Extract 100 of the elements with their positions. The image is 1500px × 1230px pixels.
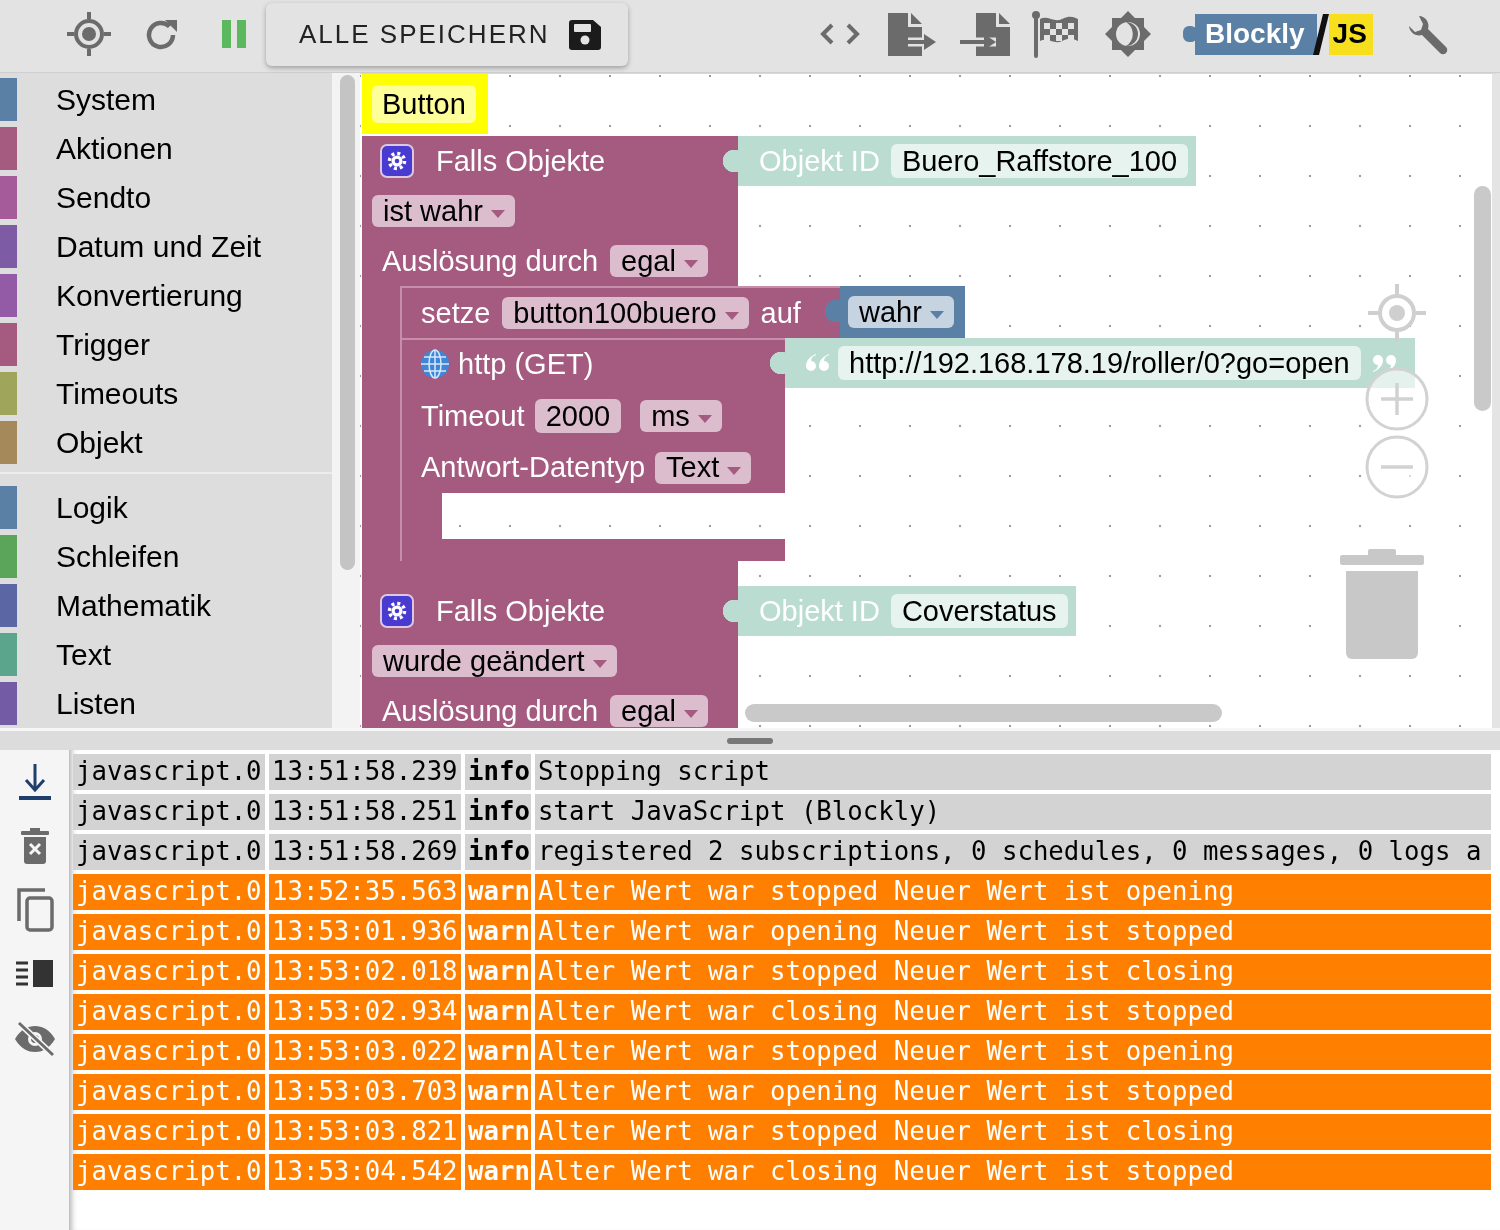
log-level-cell: info <box>465 754 531 790</box>
log-time-cell: 13:53:01.936 <box>269 914 461 950</box>
sidebar-item[interactable]: Mathematik <box>0 581 332 630</box>
sidebar-item[interactable]: Timeouts <box>0 369 332 418</box>
refresh-icon[interactable] <box>145 18 179 50</box>
sidebar-item[interactable]: System <box>0 75 332 124</box>
open-quote-icon <box>805 352 831 374</box>
logo-text: Blockly <box>1195 13 1317 55</box>
log-source-cell: javascript.0 <box>73 794 265 830</box>
input-label: Objekt ID <box>759 596 880 626</box>
trash-icon[interactable] <box>20 828 49 864</box>
value-block[interactable]: wahr <box>824 286 965 338</box>
sidebar-item[interactable]: Aktionen <box>0 124 332 173</box>
log-message-cell: Alter Wert war stopped Neuer Wert ist closing <box>535 1114 1491 1150</box>
source-dropdown[interactable]: egal <box>610 245 708 277</box>
sidebar-item[interactable]: Sendto <box>0 173 332 222</box>
log-time-cell: 13:53:03.821 <box>269 1114 461 1150</box>
caret-icon <box>697 415 712 423</box>
unit-dropdown[interactable]: ms <box>640 400 722 432</box>
trigger-block[interactable]: Falls Objekte Objekt ID Buero_Raffstore_100 ist wahr Auslösung durch egal setze button100buero auf wahr http (GET) http://192.168.178.19/roller/0?go=open Timeout 2000 ms Antwort-Datentyp Text <box>362 136 1415 586</box>
sidebar-item[interactable]: Objekt <box>0 418 332 467</box>
condition-dropdown[interactable]: ist wahr <box>372 195 515 227</box>
log-time-cell: 13:53:02.018 <box>269 954 461 990</box>
target-icon[interactable] <box>67 12 111 56</box>
save-icon <box>569 19 601 50</box>
sidebar-item[interactable]: Konvertierung <box>0 271 332 320</box>
theme-icon[interactable] <box>1105 11 1151 57</box>
log-level-cell: warn <box>465 1074 531 1110</box>
save-all-button[interactable]: ALLE SPEICHERN <box>266 3 628 66</box>
globe-icon <box>420 349 450 379</box>
log-level-cell: info <box>465 794 531 830</box>
log-message-cell: Alter Wert war stopped Neuer Wert ist opening <box>535 1034 1491 1070</box>
log-message-cell: start JavaScript (Blockly) <box>535 794 1491 830</box>
log-source-cell: javascript.0 <box>73 1154 265 1190</box>
gear-icon[interactable] <box>380 144 414 178</box>
log-level-cell: warn <box>465 874 531 910</box>
scrollbar-thumb[interactable] <box>1474 186 1491 411</box>
log-time-cell: 13:51:58.251 <box>269 794 461 830</box>
code-icon[interactable] <box>820 23 860 45</box>
type-dropdown[interactable]: Text <box>655 451 752 484</box>
caret-icon <box>490 210 505 218</box>
source-dropdown[interactable]: egal <box>610 695 708 727</box>
object-id-field[interactable]: Buero_Raffstore_100 <box>890 144 1189 178</box>
log-time-cell: 13:53:03.022 <box>269 1034 461 1070</box>
file-export-icon[interactable] <box>888 12 936 56</box>
sidebar-item[interactable]: Listen <box>0 679 332 728</box>
log-source-cell: javascript.0 <box>73 994 265 1030</box>
caret-icon <box>724 312 739 320</box>
block-label: Auslösung durch <box>382 246 599 276</box>
trigger-block[interactable]: Falls Objekte Objekt ID Coverstatus wurde geändert Auslösung durch egal <box>362 586 1076 728</box>
comment-block[interactable]: Button <box>362 74 488 134</box>
log-time-cell: 13:53:04.542 <box>269 1154 461 1190</box>
object-id-field[interactable]: Coverstatus <box>890 594 1068 628</box>
sidebar-item[interactable]: Logik <box>0 483 332 532</box>
log-message-cell: Alter Wert war stopped Neuer Wert ist opening <box>535 874 1491 910</box>
log-source-cell: javascript.0 <box>73 1074 265 1110</box>
block-label: setze <box>421 298 491 328</box>
log-message-cell: Stopping script <box>535 754 1491 790</box>
log-level-cell: warn <box>465 954 531 990</box>
copy-icon[interactable] <box>15 887 54 932</box>
caret-icon <box>727 466 742 475</box>
variable-dropdown[interactable]: button100buero <box>502 297 749 329</box>
block-label: auf <box>760 298 801 328</box>
http-block[interactable]: http (GET) http://192.168.178.19/roller/0?go=open Timeout 2000 ms Antwort-Datentyp Text <box>400 338 1415 561</box>
file-import-icon[interactable] <box>960 12 1010 56</box>
object-id-block[interactable]: Objekt ID Coverstatus <box>722 586 1076 636</box>
scrollbar-thumb[interactable] <box>745 704 1222 722</box>
log-source-cell: javascript.0 <box>73 874 265 910</box>
log-time-cell: 13:51:58.239 <box>269 754 461 790</box>
log-message-cell: Alter Wert war closing Neuer Wert ist stopped <box>535 994 1491 1030</box>
comment-field[interactable]: Button <box>372 85 476 123</box>
sidebar-item[interactable]: Text <box>0 630 332 679</box>
condition-dropdown[interactable]: wurde geändert <box>372 645 617 677</box>
eye-slash-icon[interactable] <box>12 1021 57 1057</box>
input-label: Objekt ID <box>759 146 880 176</box>
close-quote-icon <box>1370 352 1397 374</box>
logo-text: JS <box>1328 13 1373 55</box>
list-panel-icon[interactable] <box>16 960 53 987</box>
value-dropdown[interactable]: wahr <box>848 296 954 328</box>
url-field[interactable]: http://192.168.178.19/roller/0?go=open <box>838 346 1361 380</box>
block-title: Falls Objekte <box>436 596 606 626</box>
drag-handle-icon[interactable] <box>727 737 773 744</box>
log-level-cell: warn <box>465 1034 531 1070</box>
object-id-block[interactable]: Objekt ID Buero_Raffstore_100 <box>722 136 1197 186</box>
sidebar-item[interactable]: Schleifen <box>0 532 332 581</box>
checkered-flag-icon[interactable] <box>1032 10 1080 58</box>
log-source-cell: javascript.0 <box>73 954 265 990</box>
log-level-cell: warn <box>465 914 531 950</box>
download-icon[interactable] <box>18 764 51 800</box>
text-block[interactable]: http://192.168.178.19/roller/0?go=open <box>769 338 1415 388</box>
block-title: http (GET) <box>458 349 594 379</box>
caret-icon <box>683 260 698 268</box>
block-label: Antwort-Datentyp <box>421 453 646 482</box>
scrollbar-thumb[interactable] <box>340 75 355 570</box>
timeout-field[interactable]: 2000 <box>534 399 622 433</box>
log-source-cell: javascript.0 <box>73 1034 265 1070</box>
sidebar-item[interactable]: Datum und Zeit <box>0 222 332 271</box>
log-message-cell: Alter Wert war closing Neuer Wert ist stopped <box>535 1154 1491 1190</box>
gear-icon[interactable] <box>380 594 414 628</box>
sidebar-item[interactable]: Trigger <box>0 320 332 369</box>
